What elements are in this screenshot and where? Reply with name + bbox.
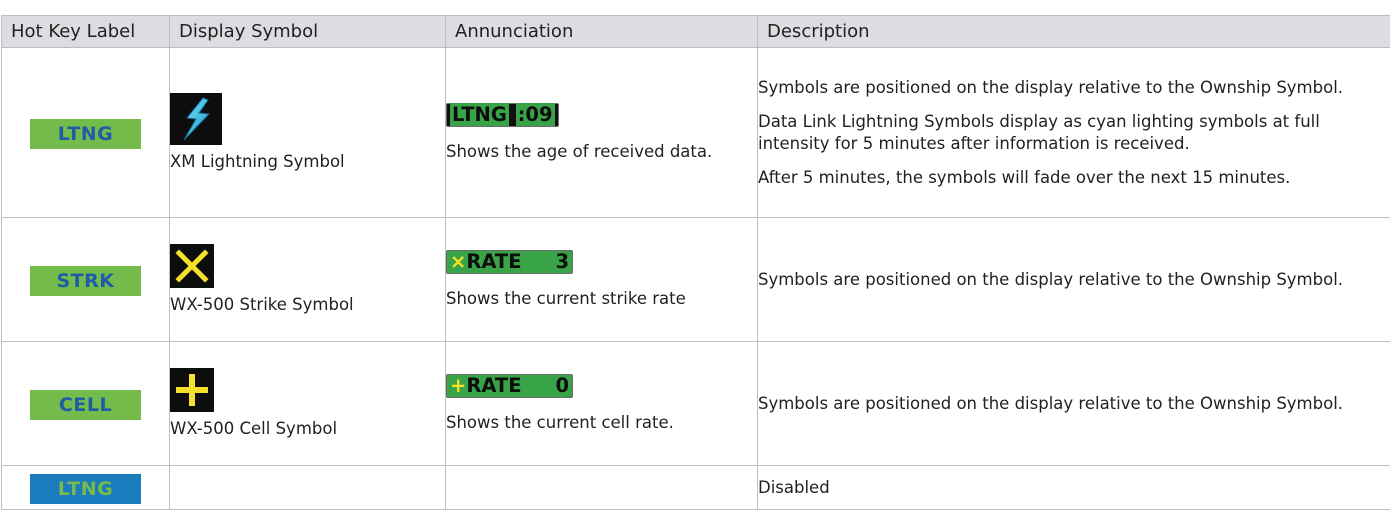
description-cell: Symbols are positioned on the display re…	[757, 217, 1390, 342]
annunciation-caption: Shows the current cell rate.	[446, 412, 674, 432]
display-symbol-cell: WX-500 Strike Symbol	[169, 217, 446, 342]
table-row: CELL WX-500 Cell Symbol +RATE 0 Shows th…	[1, 341, 1390, 466]
description-cell: Symbols are positioned on the display re…	[757, 341, 1390, 466]
table-row: STRK WX-500 Strike Symbol ×RATE 3 Shows …	[1, 217, 1390, 342]
hotkey-cell-button[interactable]: CELL	[30, 389, 141, 420]
header-display-symbol: Display Symbol	[169, 15, 446, 48]
hotkey-cell: STRK	[1, 217, 170, 342]
hotkey-strk[interactable]: STRK	[30, 265, 141, 296]
symbol-caption: XM Lightning Symbol	[170, 151, 345, 171]
header-hotkey-label: Hot Key Label	[1, 15, 170, 48]
hotkey-cell: LTNG	[1, 465, 170, 510]
strike-rate-annunciation: ×RATE 3	[446, 249, 574, 274]
symbol-caption: WX-500 Strike Symbol	[170, 294, 354, 314]
description-line: Symbols are positioned on the display re…	[758, 393, 1344, 413]
hotkey-ltng-disabled[interactable]: LTNG	[30, 473, 141, 504]
lightning-hotkey-table: Hot Key Label Display Symbol Annunciatio…	[1, 15, 1390, 510]
lightning-hotkey-table-page: Hot Key Label Display Symbol Annunciatio…	[0, 0, 1390, 527]
annunciation-caption: Shows the age of received data.	[446, 141, 713, 161]
hotkey-cell: LTNG	[1, 47, 170, 218]
cell-rate-annunciation: +RATE 0	[446, 373, 574, 398]
annunciation-cell: LTNG :09 Shows the age of received data.	[445, 47, 758, 218]
table-header-row: Hot Key Label Display Symbol Annunciatio…	[1, 15, 1390, 48]
cell-plus-icon	[170, 367, 214, 412]
table-row: LTNG Disabled	[1, 465, 1390, 510]
annunciation-cell: ×RATE 3 Shows the current strike rate	[445, 217, 758, 342]
strike-x-icon-small: ×	[450, 249, 467, 273]
description-line: Symbols are positioned on the display re…	[758, 269, 1344, 289]
strike-x-icon	[170, 243, 214, 288]
display-symbol-cell	[169, 465, 446, 510]
description-line: Data Link Lightning Symbols display as c…	[758, 111, 1320, 153]
description-line: Symbols are positioned on the display re…	[758, 77, 1344, 97]
header-annunciation: Annunciation	[445, 15, 758, 48]
hotkey-cell: CELL	[1, 341, 170, 466]
symbol-caption: WX-500 Cell Symbol	[170, 418, 338, 438]
annunciation-cell	[445, 465, 758, 510]
annunciation-value: 0	[555, 373, 570, 397]
header-description: Description	[757, 15, 1390, 48]
annunciation-value: 3	[555, 249, 570, 273]
display-symbol-cell: WX-500 Cell Symbol	[169, 341, 446, 466]
ltng-age-annunciation: LTNG :09	[446, 102, 559, 127]
annunciation-label: LTNG	[450, 102, 509, 126]
annunciation-value: :09	[515, 102, 555, 126]
annunciation-label: RATE	[466, 373, 522, 397]
description-cell: Disabled	[757, 465, 1390, 510]
hotkey-ltng[interactable]: LTNG	[30, 118, 141, 149]
lightning-bolt-icon	[170, 92, 222, 145]
description-cell: Symbols are positioned on the display re…	[757, 47, 1390, 218]
description-line: After 5 minutes, the symbols will fade o…	[758, 167, 1291, 187]
annunciation-cell: +RATE 0 Shows the current cell rate.	[445, 341, 758, 466]
cell-plus-icon-small: +	[450, 373, 467, 397]
display-symbol-cell: XM Lightning Symbol	[169, 47, 446, 218]
description-line: Disabled	[758, 477, 830, 497]
annunciation-caption: Shows the current strike rate	[446, 288, 686, 308]
table-row: LTNG XM Lightning Symbol LTNG:09 Shows …	[1, 47, 1390, 218]
annunciation-label: RATE	[466, 249, 522, 273]
